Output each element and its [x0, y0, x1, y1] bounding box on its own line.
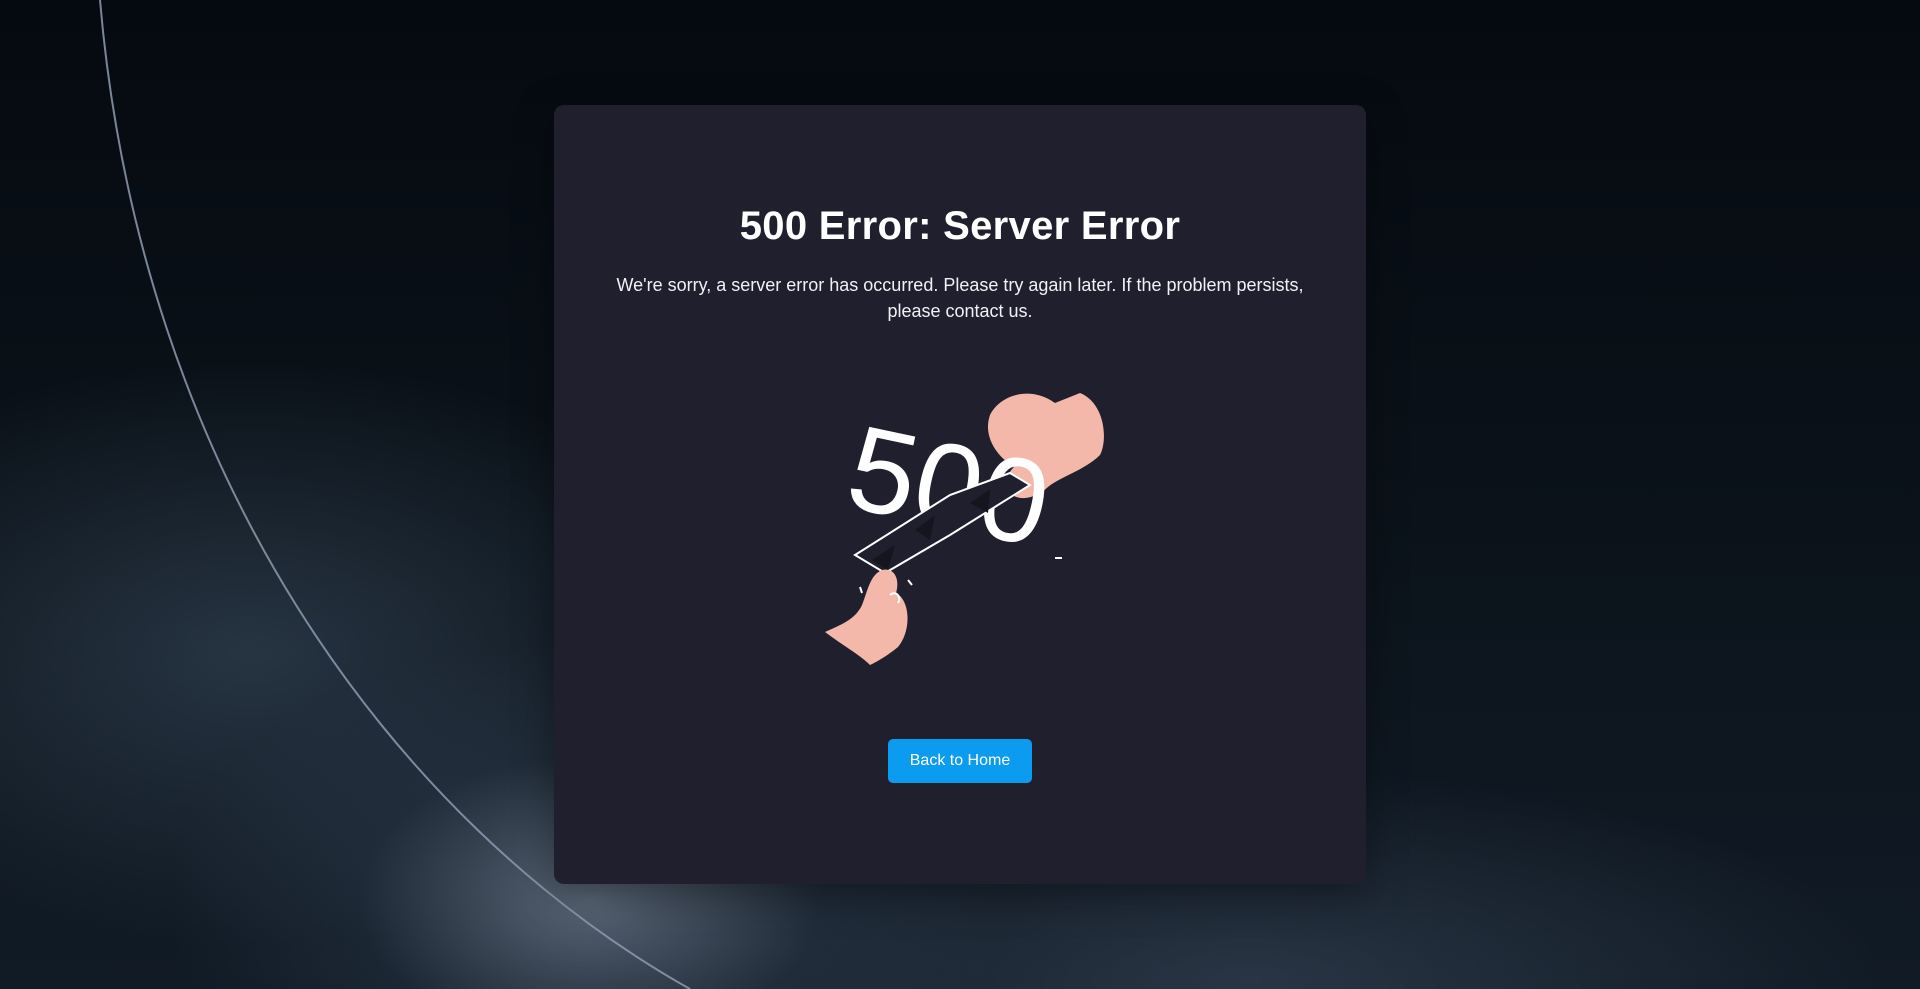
error-message: We're sorry, a server error has occurred…	[616, 275, 1304, 321]
back-to-home-button[interactable]: Back to Home	[888, 739, 1032, 783]
hands-tearing-500-illustration: 500	[825, 393, 1104, 665]
page-title: 500 Error: Server Error	[739, 204, 1181, 248]
